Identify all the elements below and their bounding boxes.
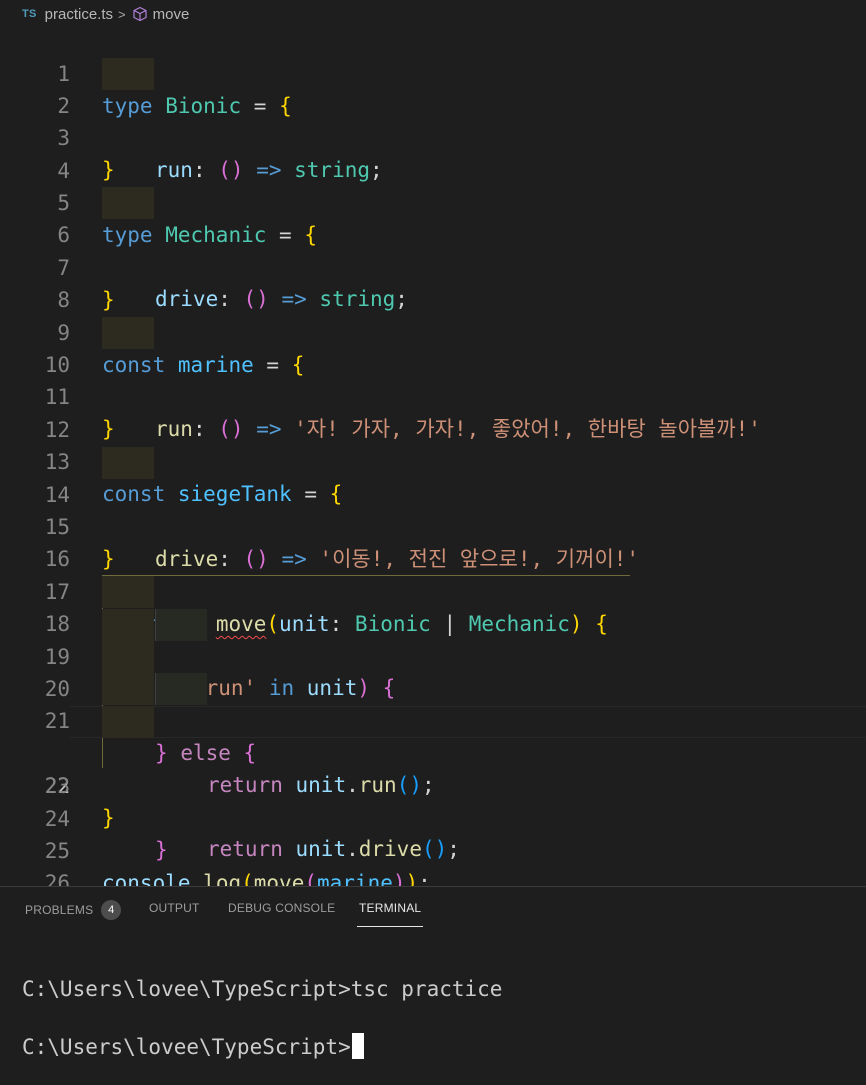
code-line[interactable]: 3 } (0, 90, 866, 182)
code-line[interactable]: 2 run: () => string; (0, 58, 866, 182)
code-line[interactable]: 12 (0, 382, 866, 442)
code-line[interactable]: 23 } (0, 738, 866, 830)
breadcrumb-symbol[interactable]: move (153, 6, 190, 23)
indent-guide (102, 673, 154, 705)
indent-guide (102, 609, 154, 641)
terminal-cursor (351, 1033, 364, 1059)
terminal-prompt-line[interactable]: C:\Users\lovee\TypeScript> (22, 1033, 364, 1061)
code-line[interactable]: 25 console.log(move(marine)); (0, 803, 866, 895)
code-line[interactable]: 10 run: () => '자! 가자, 가자!, 좋았어!, 한바탕 놀아볼… (0, 317, 866, 441)
code-line[interactable]: 19 return unit.run(); (0, 609, 866, 797)
typescript-file-icon: TS (22, 8, 37, 20)
indent-guide (102, 447, 154, 479)
code-line[interactable]: 4 (0, 123, 866, 183)
code-line[interactable]: 26 console.log(move(siegeTank)); (0, 835, 866, 927)
code-line[interactable]: 17 function move(unit: Bionic | Mechanic… (0, 544, 866, 636)
indent-guide (155, 673, 207, 705)
code-line[interactable]: 20 } else { (0, 641, 866, 765)
indent-guide (102, 187, 154, 219)
code-line[interactable]: 13 const siegeTank = { (0, 414, 866, 506)
code-line[interactable]: 5 type Mechanic = { (0, 155, 866, 247)
symbol-method-icon (133, 6, 147, 22)
code-line-active[interactable]: 22 } (0, 706, 866, 862)
indent-guide (155, 609, 207, 641)
indent-guide (102, 706, 154, 738)
terminal-output-line: C:\Users\lovee\TypeScript>tsc practice (22, 977, 503, 1001)
code-line[interactable]: 18 if('run' in unit) { (0, 576, 866, 700)
bottom-panel: PROBLEMS 4 OUTPUT DEBUG CONSOLE TERMINAL … (0, 886, 866, 1085)
problems-count-badge: 4 (101, 900, 122, 920)
indent-guide (102, 317, 154, 349)
code-line[interactable]: 6 drive: () => string; (0, 187, 866, 311)
code-line[interactable]: 7 } (0, 220, 866, 312)
code-line[interactable]: 11 } (0, 349, 866, 441)
code-line[interactable]: 16 (0, 511, 866, 571)
tab-terminal[interactable]: TERMINAL (359, 901, 421, 915)
active-tab-indicator (357, 926, 423, 927)
code-line[interactable]: 15 } (0, 479, 866, 571)
breadcrumb-file[interactable]: practice.ts (45, 6, 113, 23)
indent-guide (102, 641, 154, 673)
code-editor[interactable]: 1 type Bionic = { 2 run: () => string; 3… (0, 26, 866, 927)
indent-guide (102, 576, 154, 608)
code-line[interactable]: 1 type Bionic = { (0, 26, 866, 118)
code-line[interactable]: 14 drive: () => '이동!, 전진 앞으로!, 기꺼이!' (0, 447, 866, 571)
code-line[interactable]: 9 const marine = { (0, 285, 866, 377)
tab-problems[interactable]: PROBLEMS 4 (25, 900, 122, 921)
indent-guide (102, 58, 154, 90)
breadcrumb: TS practice.ts > move (0, 0, 866, 28)
panel-tabs: PROBLEMS 4 OUTPUT DEBUG CONSOLE TERMINAL (0, 887, 866, 931)
code-line[interactable]: 8 (0, 252, 866, 312)
breadcrumb-separator: > (118, 6, 126, 22)
code-line[interactable]: 21 return unit.drive(); (0, 673, 866, 861)
code-line[interactable]: 24 (0, 771, 866, 831)
current-line-highlight (70, 706, 866, 738)
tab-debug-console[interactable]: DEBUG CONSOLE (228, 901, 335, 915)
tab-output[interactable]: OUTPUT (149, 901, 200, 915)
